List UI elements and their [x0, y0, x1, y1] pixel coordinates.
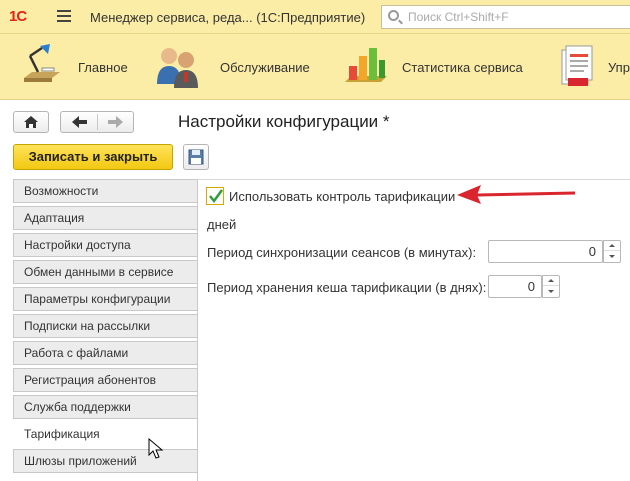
section-statistics[interactable]: Статистика сервиса — [335, 34, 540, 100]
app-title: Менеджер сервиса, реда... (1С:Предприяти… — [90, 10, 366, 25]
menu-item[interactable]: Регистрация абонентов — [13, 368, 198, 392]
menu-item[interactable]: Служба поддержки — [13, 395, 198, 419]
section-label: Главное — [78, 60, 128, 75]
mouse-cursor-icon — [148, 438, 164, 459]
menu-item[interactable]: Настройки доступа — [13, 233, 198, 257]
title-bar: 1С Менеджер сервиса, реда... (1С:Предпри… — [0, 0, 630, 34]
tariff-control-checkbox[interactable] — [206, 187, 224, 205]
spin-down-icon[interactable] — [604, 252, 620, 262]
section-label: Обслуживание — [220, 60, 310, 75]
checkmark-icon — [209, 189, 224, 204]
menu-item[interactable]: Подписки на рассылки — [13, 314, 198, 338]
days-label: дней — [207, 217, 237, 232]
sync-period-input[interactable]: 0 — [488, 240, 603, 263]
app-logo[interactable]: 1С — [9, 8, 27, 25]
navigation-buttons — [60, 111, 134, 133]
floppy-disk-icon — [188, 149, 204, 165]
section-management[interactable]: Упр — [550, 34, 630, 100]
search-input[interactable]: Поиск Ctrl+Shift+F — [381, 5, 630, 29]
search-placeholder: Поиск Ctrl+Shift+F — [408, 10, 509, 24]
home-button[interactable] — [13, 111, 49, 133]
desk-lamp-icon — [24, 44, 60, 82]
cache-period-input[interactable]: 0 — [488, 275, 542, 298]
forward-arrow-icon[interactable] — [98, 112, 134, 132]
menu-item[interactable]: Параметры конфигурации — [13, 287, 198, 311]
menu-item[interactable]: Шлюзы приложений — [13, 449, 198, 473]
menu-item[interactable]: Работа с файлами — [13, 341, 198, 365]
menu-item[interactable]: Тарификация — [13, 422, 198, 446]
users-icon — [157, 48, 198, 88]
settings-menu: Возможности Адаптация Настройки доступа Обм… — [13, 179, 198, 476]
section-service[interactable]: Обслуживание — [150, 34, 320, 100]
spin-up-icon[interactable] — [543, 276, 559, 286]
menu-divider — [197, 179, 198, 481]
main-menu-icon[interactable] — [57, 10, 71, 22]
documents-icon — [561, 45, 593, 86]
spin-up-icon[interactable] — [604, 241, 620, 251]
tariff-control-label[interactable]: Использовать контроль тарификации — [229, 189, 455, 204]
sync-period-spinner[interactable] — [603, 240, 621, 263]
save-and-close-button[interactable]: Записать и закрыть — [13, 144, 173, 170]
menu-item[interactable]: Адаптация — [13, 206, 198, 230]
home-icon — [24, 116, 38, 128]
search-icon — [388, 10, 399, 21]
section-main[interactable]: Главное — [10, 34, 140, 100]
menu-item[interactable]: Возможности — [13, 179, 198, 203]
sync-period-label: Период синхронизации сеансов (в минутах)… — [207, 245, 477, 260]
section-label: Упр — [608, 60, 630, 75]
cache-period-label: Период хранения кеша тарификации (в днях… — [207, 280, 487, 295]
page-title: Настройки конфигурации * — [178, 112, 390, 131]
sections-panel: Главное Обслуживание Статистика сервиса — [0, 34, 630, 100]
annotation-arrow-icon — [457, 185, 576, 204]
bar-chart-icon — [345, 48, 387, 82]
menu-item[interactable]: Обмен данными в сервисе — [13, 260, 198, 284]
spin-down-icon[interactable] — [543, 287, 559, 297]
back-arrow-icon[interactable] — [61, 112, 97, 132]
save-button[interactable] — [183, 144, 209, 170]
section-label: Статистика сервиса — [402, 60, 523, 75]
cache-period-spinner[interactable] — [542, 275, 560, 298]
